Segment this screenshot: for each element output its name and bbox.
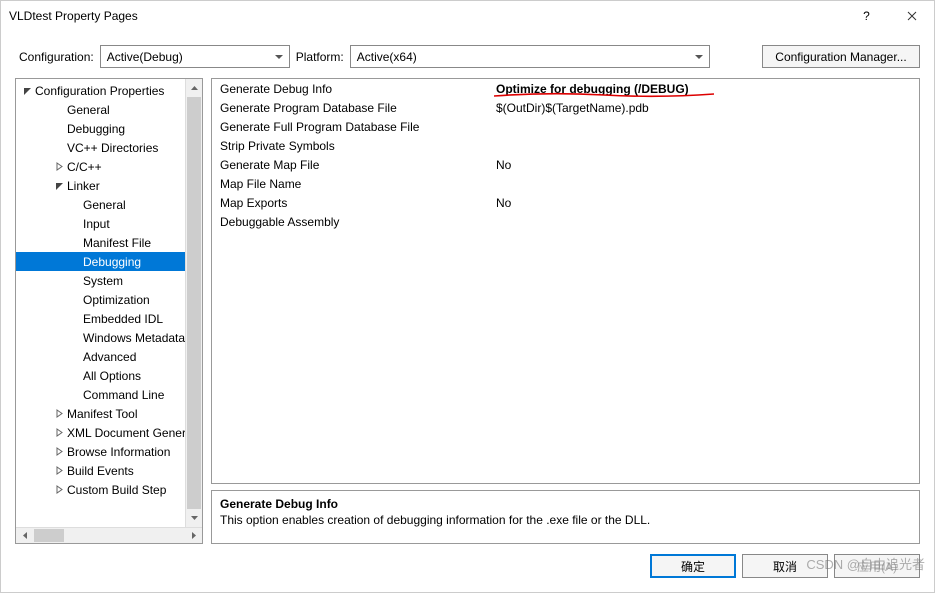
property-key: Generate Map File xyxy=(212,158,492,172)
tree-node[interactable]: Build Events xyxy=(16,461,185,480)
property-row[interactable]: Strip Private Symbols xyxy=(212,136,919,155)
scroll-thumb[interactable] xyxy=(187,97,201,509)
platform-combo[interactable]: Active(x64) xyxy=(350,45,710,68)
tree-node[interactable]: General xyxy=(16,195,185,214)
tree-node[interactable]: C/C++ xyxy=(16,157,185,176)
property-key: Generate Full Program Database File xyxy=(212,120,492,134)
tree-node[interactable]: Command Line xyxy=(16,385,185,404)
property-row[interactable]: Map File Name xyxy=(212,174,919,193)
tree-node[interactable]: Embedded IDL xyxy=(16,309,185,328)
property-key: Debuggable Assembly xyxy=(212,215,492,229)
scroll-left-icon[interactable] xyxy=(16,528,33,543)
tree-scrollbar-horizontal[interactable] xyxy=(16,527,202,543)
tree-panel: Configuration PropertiesGeneralDebugging… xyxy=(15,78,203,544)
property-value[interactable]: $(OutDir)$(TargetName).pdb xyxy=(492,101,919,115)
tree-node[interactable]: Optimization xyxy=(16,290,185,309)
property-key: Map Exports xyxy=(212,196,492,210)
ok-button[interactable]: 确定 xyxy=(650,554,736,578)
property-row[interactable]: Map ExportsNo xyxy=(212,193,919,212)
property-key: Strip Private Symbols xyxy=(212,139,492,153)
configuration-manager-button[interactable]: Configuration Manager... xyxy=(762,45,920,68)
scroll-down-icon[interactable] xyxy=(186,510,202,527)
tree-node[interactable]: Manifest Tool xyxy=(16,404,185,423)
platform-value: Active(x64) xyxy=(357,50,417,64)
scroll-up-icon[interactable] xyxy=(186,79,202,96)
property-row[interactable]: Generate Program Database File$(OutDir)$… xyxy=(212,98,919,117)
tree-node[interactable]: Linker xyxy=(16,176,185,195)
titlebar: VLDtest Property Pages ? xyxy=(1,1,934,31)
tree-node[interactable]: All Options xyxy=(16,366,185,385)
configuration-label: Configuration: xyxy=(19,50,94,64)
tree-node[interactable]: Debugging xyxy=(16,119,185,138)
description-panel: Generate Debug Info This option enables … xyxy=(211,490,920,544)
tree-node[interactable]: VC++ Directories xyxy=(16,138,185,157)
close-button[interactable] xyxy=(889,1,934,31)
tree-scrollbar-vertical[interactable] xyxy=(185,79,202,527)
tree-node[interactable]: Custom Build Step xyxy=(16,480,185,499)
tree-node[interactable]: Input xyxy=(16,214,185,233)
configuration-row: Configuration: Active(Debug) Platform: A… xyxy=(1,31,934,78)
apply-button[interactable]: 应用(A) xyxy=(834,554,920,578)
tree-node[interactable]: General xyxy=(16,100,185,119)
configuration-combo[interactable]: Active(Debug) xyxy=(100,45,290,68)
tree[interactable]: Configuration PropertiesGeneralDebugging… xyxy=(16,79,185,527)
property-value[interactable]: Optimize for debugging (/DEBUG) xyxy=(492,82,919,96)
description-title: Generate Debug Info xyxy=(220,497,911,511)
dialog-buttons: 确定 取消 应用(A) xyxy=(1,544,934,592)
scroll-thumb[interactable] xyxy=(34,529,64,542)
cancel-button[interactable]: 取消 xyxy=(742,554,828,578)
chevron-right-icon[interactable] xyxy=(54,408,65,419)
chevron-down-icon[interactable] xyxy=(22,85,33,96)
help-button[interactable]: ? xyxy=(844,1,889,31)
chevron-right-icon[interactable] xyxy=(54,446,65,457)
tree-node[interactable]: Browse Information xyxy=(16,442,185,461)
chevron-down-icon[interactable] xyxy=(54,180,65,191)
property-value[interactable]: No xyxy=(492,196,919,210)
chevron-right-icon[interactable] xyxy=(54,465,65,476)
property-row[interactable]: Generate Map FileNo xyxy=(212,155,919,174)
tree-node[interactable]: System xyxy=(16,271,185,290)
description-text: This option enables creation of debuggin… xyxy=(220,513,911,527)
property-value[interactable]: No xyxy=(492,158,919,172)
chevron-right-icon[interactable] xyxy=(54,427,65,438)
tree-node-root[interactable]: Configuration Properties xyxy=(16,81,185,100)
property-key: Generate Program Database File xyxy=(212,101,492,115)
tree-node[interactable]: XML Document Generator xyxy=(16,423,185,442)
property-row[interactable]: Generate Debug InfoOptimize for debuggin… xyxy=(212,79,919,98)
platform-label: Platform: xyxy=(296,50,344,64)
property-row[interactable]: Debuggable Assembly xyxy=(212,212,919,231)
highlight-underline xyxy=(494,92,714,98)
tree-node[interactable]: Debugging xyxy=(16,252,185,271)
property-grid[interactable]: Generate Debug InfoOptimize for debuggin… xyxy=(211,78,920,484)
tree-node[interactable]: Advanced xyxy=(16,347,185,366)
scroll-right-icon[interactable] xyxy=(185,528,202,543)
configuration-value: Active(Debug) xyxy=(107,50,183,64)
chevron-right-icon[interactable] xyxy=(54,161,65,172)
property-key: Map File Name xyxy=(212,177,492,191)
window-title: VLDtest Property Pages xyxy=(9,9,844,23)
tree-node[interactable]: Windows Metadata xyxy=(16,328,185,347)
tree-node[interactable]: Manifest File xyxy=(16,233,185,252)
chevron-right-icon[interactable] xyxy=(54,484,65,495)
property-row[interactable]: Generate Full Program Database File xyxy=(212,117,919,136)
property-key: Generate Debug Info xyxy=(212,82,492,96)
